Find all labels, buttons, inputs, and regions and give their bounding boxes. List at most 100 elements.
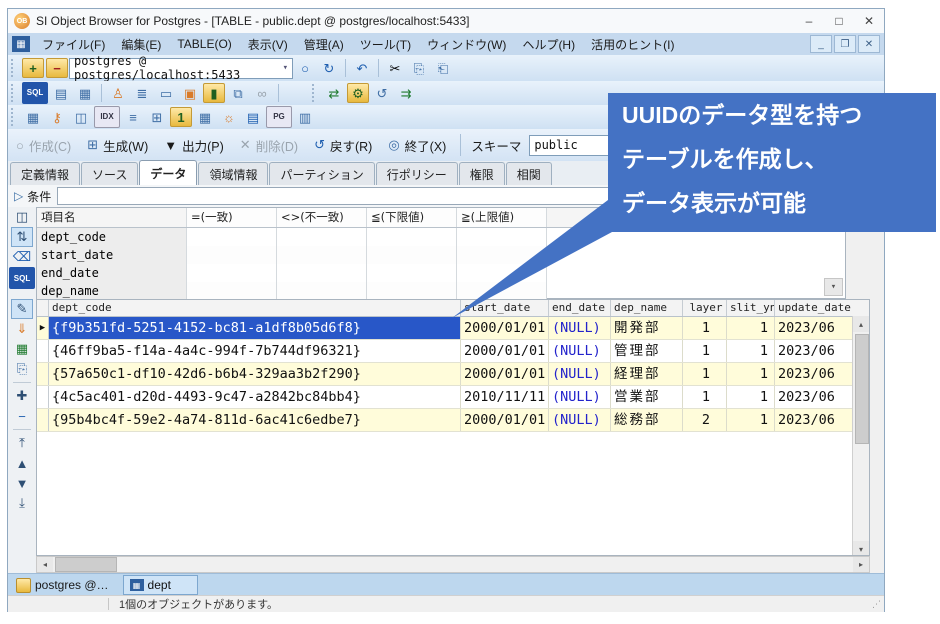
tab-partition[interactable]: パーティション — [269, 162, 375, 185]
close-table-button[interactable]: ◎ 終了(X) — [380, 132, 454, 159]
add-row-icon[interactable]: ✚ — [11, 386, 33, 406]
run-condition-icon[interactable]: ▷ — [14, 189, 23, 203]
filter-collapse-icon[interactable]: ⇅ — [11, 227, 33, 247]
cell-slit-yn[interactable]: 1 — [727, 363, 775, 385]
filter-value-cell[interactable] — [187, 228, 277, 246]
edit-pencil-icon[interactable]: ✎ — [11, 299, 33, 319]
sql-editor-icon[interactable]: SQL — [22, 82, 48, 104]
window-icon[interactable]: ⊞ — [146, 107, 168, 127]
view-icon[interactable]: ◫ — [70, 107, 92, 127]
resize-grip[interactable]: ⋰ — [872, 599, 882, 610]
cell-end-date[interactable]: (NULL) — [549, 340, 611, 362]
minimize-button[interactable]: – — [794, 10, 824, 32]
cell-dept-code[interactable]: {95b4bc4f-59e2-4a74-811d-6ac41c6edbe7} — [49, 409, 461, 431]
cell-update-date[interactable]: 2023/06 — [775, 317, 853, 339]
filter-value-cell[interactable] — [277, 228, 367, 246]
lock-icon[interactable]: ▣ — [179, 83, 201, 103]
cell-update-date[interactable]: 2023/06 — [775, 409, 853, 431]
cell-dep-name[interactable]: 経理部 — [611, 363, 683, 385]
col-slit-yn[interactable]: slit_yn — [727, 300, 775, 316]
cell-update-date[interactable]: 2023/06 — [775, 340, 853, 362]
book-icon[interactable]: ▤ — [242, 107, 264, 127]
primary-key-icon[interactable]: ⚷ — [46, 107, 68, 127]
close-button[interactable]: ✕ — [854, 10, 884, 32]
tab-source[interactable]: ソース — [81, 162, 139, 185]
remove-row-icon[interactable]: − — [11, 406, 33, 426]
output-button[interactable]: ▼ 出力(P) — [156, 132, 232, 159]
filter-value-cell[interactable] — [187, 282, 277, 300]
menu-edit[interactable]: 編集(E) — [113, 34, 169, 55]
revert-button[interactable]: ↺ 戻す(R) — [306, 132, 380, 159]
col-update-date[interactable]: update_date — [775, 300, 853, 316]
connect-db-icon[interactable]: + — [22, 58, 44, 78]
cell-slit-yn[interactable]: 1 — [727, 317, 775, 339]
cell-dept-code[interactable]: {4c5ac401-d20d-4493-9c47-a2842bc84bb4} — [49, 386, 461, 408]
recycle-icon[interactable]: ↺ — [371, 83, 393, 103]
scroll-down-icon[interactable]: ▾ — [853, 541, 869, 555]
sync-icon[interactable]: ⇄ — [323, 83, 345, 103]
table-list-icon[interactable]: ▦ — [22, 107, 44, 127]
link-icon[interactable]: ∞ — [251, 83, 273, 103]
cell-start-date[interactable]: 2000/01/01 — [461, 340, 549, 362]
filter-value-cell[interactable] — [457, 246, 547, 264]
cell-slit-yn[interactable]: 1 — [727, 409, 775, 431]
scroll-up-icon[interactable]: ▴ — [853, 316, 869, 332]
pg-icon[interactable]: PG — [266, 106, 292, 128]
mdi-close-button[interactable]: ✕ — [858, 35, 880, 53]
cell-layer[interactable]: 1 — [683, 317, 727, 339]
tree-icon[interactable]: ≡ — [122, 107, 144, 127]
col-start-date[interactable]: start_date — [461, 300, 549, 316]
cell-dep-name[interactable]: 総務部 — [611, 409, 683, 431]
cell-end-date[interactable]: (NULL) — [549, 386, 611, 408]
import-icon[interactable]: ⇓ — [11, 319, 33, 339]
scroll-thumb[interactable] — [55, 557, 117, 572]
sequence-icon[interactable]: 1 — [170, 107, 192, 127]
filter-col-name[interactable]: 項目名 — [37, 208, 187, 227]
last-row-icon[interactable]: ⤓ — [11, 493, 33, 513]
user-icon[interactable]: ♙ — [107, 83, 129, 103]
grid-view-icon[interactable]: ▦ — [74, 83, 96, 103]
pages-icon[interactable]: ⧉ — [227, 83, 249, 103]
copy-rows-icon[interactable]: ⎘ — [11, 359, 33, 379]
col-dep-name[interactable]: dep_name — [611, 300, 683, 316]
cell-end-date[interactable]: (NULL) — [549, 363, 611, 385]
filter-value-cell[interactable] — [367, 264, 457, 282]
menu-view[interactable]: 表示(V) — [240, 34, 296, 55]
generate-button[interactable]: ⊞ 生成(W) — [79, 132, 156, 159]
tablespace-icon[interactable]: ▮ — [203, 83, 225, 103]
vertical-scrollbar[interactable]: ▴ ▾ — [852, 316, 869, 555]
cell-slit-yn[interactable]: 1 — [727, 340, 775, 362]
menu-file[interactable]: ファイル(F) — [34, 34, 113, 55]
tab-correlation[interactable]: 相関 — [505, 162, 552, 185]
cell-layer[interactable]: 1 — [683, 340, 727, 362]
scroll-right-icon[interactable]: ▸ — [853, 557, 869, 572]
calendar-icon[interactable]: ▦ — [194, 107, 216, 127]
cell-start-date[interactable]: 2000/01/01 — [461, 317, 549, 339]
refresh-icon[interactable]: ↻ — [318, 58, 340, 78]
filter-col-lower[interactable]: ≦(下限値) — [367, 208, 457, 227]
tab-storage[interactable]: 領域情報 — [198, 162, 269, 185]
filter-value-cell[interactable] — [277, 246, 367, 264]
menu-window[interactable]: ウィンドウ(W) — [419, 34, 514, 55]
disconnect-db-icon[interactable]: − — [46, 58, 68, 78]
cell-end-date[interactable]: (NULL) — [549, 409, 611, 431]
eraser-icon[interactable]: ⌫ — [11, 247, 33, 267]
prev-row-icon[interactable]: ▲ — [11, 453, 33, 473]
filter-grid-icon[interactable]: ◫ — [11, 207, 33, 227]
cell-dep-name[interactable]: 開発部 — [611, 317, 683, 339]
menu-admin[interactable]: 管理(A) — [296, 34, 352, 55]
scroll-thumb[interactable] — [855, 334, 869, 444]
first-row-icon[interactable]: ⤒ — [11, 433, 33, 453]
filter-value-cell[interactable] — [277, 282, 367, 300]
filter-value-cell[interactable] — [367, 228, 457, 246]
excel-export-icon[interactable]: ▦ — [11, 339, 33, 359]
menu-help[interactable]: ヘルプ(H) — [514, 34, 583, 55]
filter-value-cell[interactable] — [457, 228, 547, 246]
connection-tab[interactable]: postgres @… — [8, 574, 117, 596]
scroll-left-icon[interactable]: ◂ — [37, 557, 53, 572]
col-end-date[interactable]: end_date — [549, 300, 611, 316]
paste-icon[interactable]: ⎗ — [432, 58, 454, 78]
database-stack-icon[interactable]: ≣ — [131, 83, 153, 103]
cell-slit-yn[interactable]: 1 — [727, 386, 775, 408]
cell-dept-code[interactable]: {f9b351fd-5251-4152-bc81-a1df8b05d6f8} — [49, 317, 461, 339]
